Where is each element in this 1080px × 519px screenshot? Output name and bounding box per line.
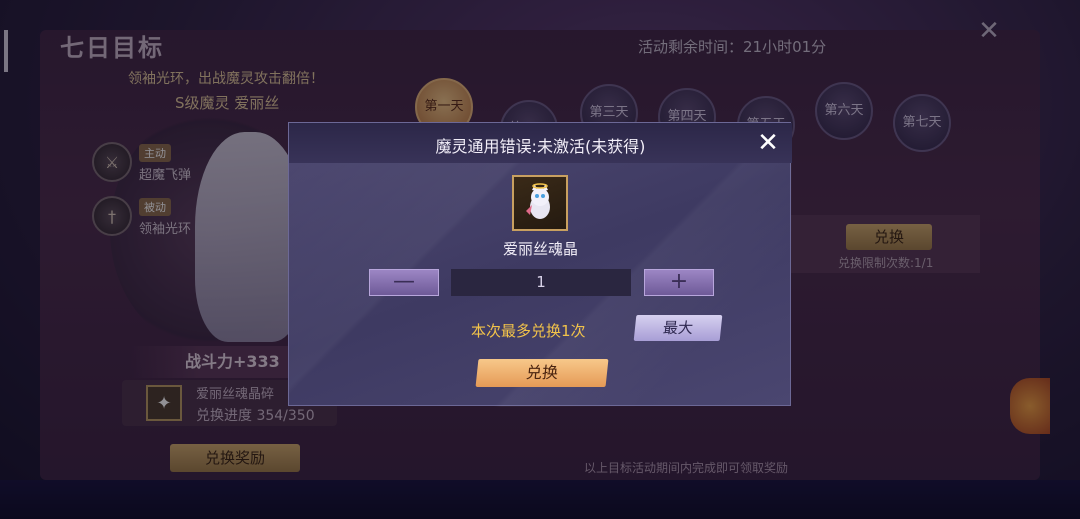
- redeem-dialog: 魔灵通用错误:未激活(未获得) ✕ 爱丽丝魂晶 — 1 + 本次最多兑换1次 最…: [288, 122, 792, 407]
- item-name: 爱丽丝魂晶: [502, 240, 578, 258]
- decrease-button[interactable]: —: [369, 269, 439, 296]
- max-button[interactable]: 最大: [633, 315, 723, 341]
- close-icon[interactable]: ✕: [755, 130, 781, 156]
- dialog-title: 魔灵通用错误:未激活(未获得): [435, 137, 646, 156]
- max-redeem-note: 本次最多兑换1次: [471, 322, 586, 340]
- quantity-input[interactable]: 1: [451, 269, 631, 296]
- confirm-redeem-button[interactable]: 兑换: [475, 359, 609, 387]
- increase-button[interactable]: +: [644, 269, 714, 296]
- alice-soul-crystal-icon: [512, 175, 568, 231]
